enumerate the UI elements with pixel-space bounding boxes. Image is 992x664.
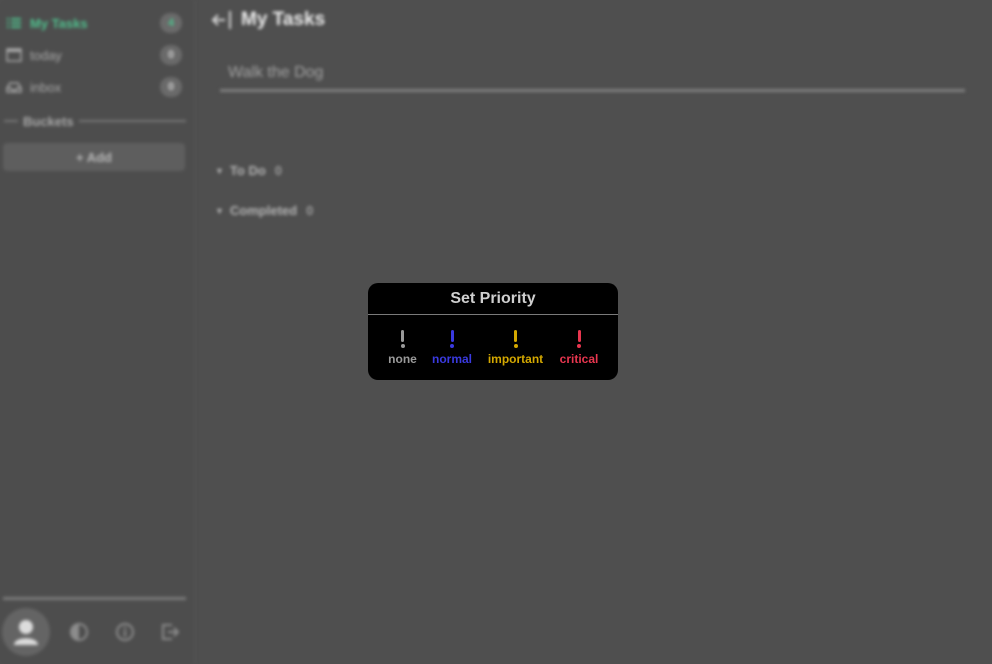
priority-label: important — [487, 352, 544, 366]
user-icon — [14, 620, 38, 645]
count-badge: 4 — [160, 13, 182, 33]
page-title: My Tasks — [241, 9, 326, 30]
sidebar-item-label: today — [30, 47, 62, 63]
buckets-header: Buckets — [4, 112, 186, 130]
list-icon — [7, 18, 21, 28]
sidebar-item-label: inbox — [30, 79, 62, 95]
section-count: 0 — [274, 163, 283, 178]
dialog-title: Set Priority — [368, 283, 618, 315]
count-badge: 0 — [160, 77, 182, 97]
theme-icon[interactable] — [69, 622, 89, 642]
exclamation-icon — [514, 330, 517, 342]
priority-label: normal — [432, 352, 473, 366]
section-label: Completed — [229, 203, 298, 218]
priority-critical-option[interactable]: critical — [558, 330, 600, 366]
add-bucket-button[interactable]: + Add — [3, 143, 185, 171]
sidebar-item-my-tasks[interactable]: My Tasks 4 — [0, 8, 190, 38]
count-badge: 0 — [160, 45, 182, 65]
chevron-down-icon: ▼ — [215, 205, 224, 216]
exclamation-dot — [450, 344, 454, 348]
priority-important-option[interactable]: important — [487, 330, 544, 366]
divider — [3, 597, 186, 600]
sidebar-item-label: My Tasks — [30, 15, 88, 31]
exclamation-icon — [401, 330, 404, 342]
priority-label: critical — [559, 352, 599, 366]
info-icon[interactable] — [115, 622, 135, 642]
divider — [78, 120, 186, 122]
sidebar-item-today[interactable]: today 0 — [0, 40, 190, 70]
chevron-down-icon: ▼ — [215, 165, 224, 176]
logout-icon[interactable] — [160, 622, 180, 642]
calendar-icon — [6, 48, 22, 62]
set-priority-dialog: Set Priority none normal important criti… — [368, 283, 618, 380]
exclamation-icon — [577, 330, 581, 342]
exclamation-dot — [513, 344, 518, 348]
section-label: To Do — [229, 163, 266, 178]
section-todo[interactable]: ▼ To Do 0 — [215, 163, 282, 178]
priority-normal-option[interactable]: normal — [432, 330, 472, 366]
inbox-icon — [6, 82, 22, 93]
collapse-sidebar-icon[interactable] — [211, 9, 233, 31]
divider — [4, 120, 18, 122]
section-completed[interactable]: ▼ Completed 0 — [215, 203, 313, 218]
priority-label: none — [388, 352, 417, 366]
buckets-title: Buckets — [23, 113, 74, 129]
avatar[interactable] — [2, 608, 50, 656]
section-count: 0 — [306, 203, 314, 218]
priority-none-option[interactable]: none — [388, 330, 417, 366]
exclamation-dot — [400, 344, 405, 348]
new-task-input[interactable]: Walk the Dog — [220, 56, 965, 92]
sidebar: My Tasks 4 today 0 inbox 0 Buckets + Add — [0, 0, 195, 664]
exclamation-icon — [450, 330, 454, 342]
sidebar-item-inbox[interactable]: inbox 0 — [0, 72, 190, 102]
exclamation-dot — [577, 344, 581, 348]
